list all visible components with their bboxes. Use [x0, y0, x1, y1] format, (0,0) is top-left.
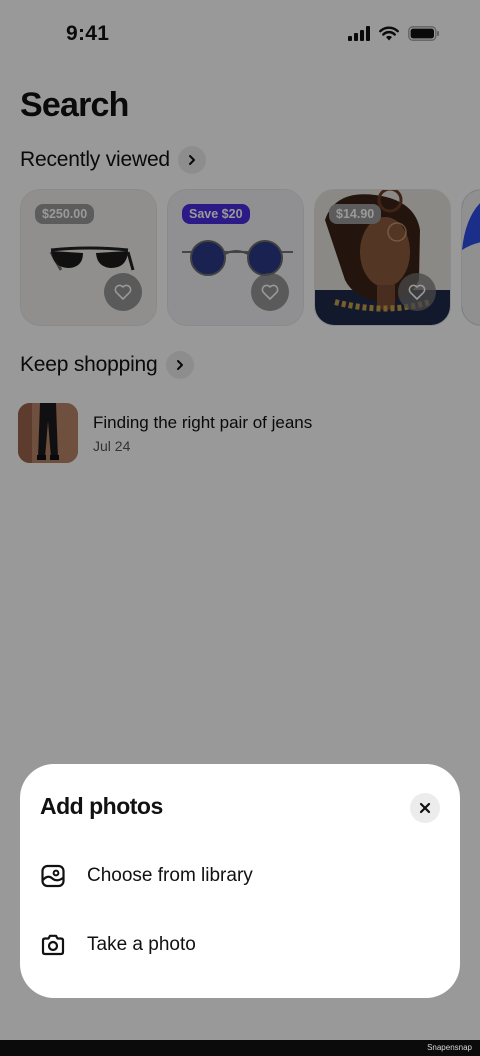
camera-icon [41, 934, 65, 956]
close-icon [419, 802, 431, 814]
choose-from-library-button[interactable]: Choose from library [40, 863, 253, 889]
footer-bar: Snapensnap [0, 1040, 480, 1056]
sheet-title: Add photos [40, 793, 163, 819]
choose-from-library-label: Choose from library [87, 865, 253, 886]
close-button[interactable] [410, 793, 440, 823]
take-a-photo-label: Take a photo [87, 934, 196, 955]
watermark-text: Snapensnap [427, 1043, 472, 1052]
photo-library-icon [41, 864, 65, 888]
add-photos-sheet: Add photos Choose from library Take a ph… [20, 764, 460, 998]
take-a-photo-button[interactable]: Take a photo [40, 932, 196, 958]
app-screen: 9:41 Search Recently viewed $250.00 Save… [0, 0, 480, 1040]
